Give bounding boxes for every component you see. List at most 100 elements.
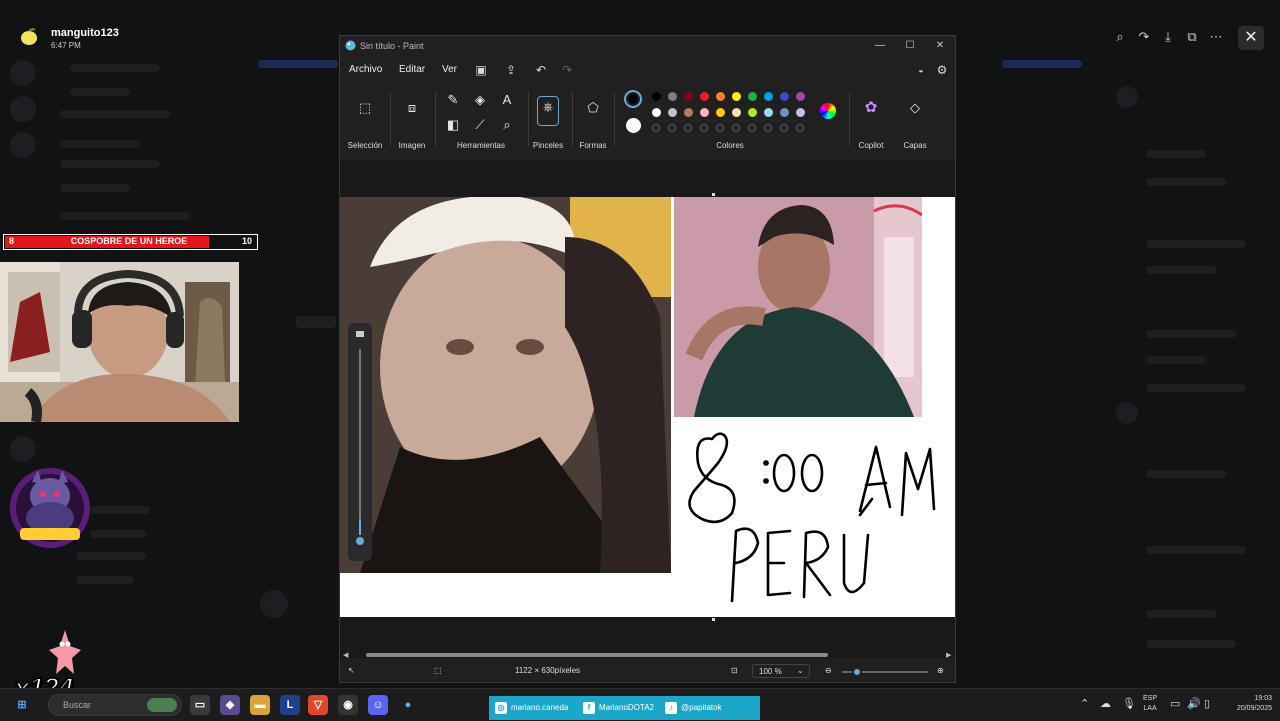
- maximize-button[interactable]: ☐: [895, 38, 925, 54]
- color-swatch[interactable]: [732, 92, 741, 101]
- zoom-dropdown[interactable]: 100 % ⌄: [752, 664, 810, 678]
- copilot-icon[interactable]: ✿: [861, 98, 881, 118]
- settings-gear-icon[interactable]: ⚙: [934, 62, 950, 78]
- color-picker-icon[interactable]: ⟋: [470, 115, 490, 135]
- language-indicator[interactable]: ESP LAA: [1143, 694, 1157, 714]
- empty-color-slot[interactable]: [716, 124, 724, 132]
- zoom-in-icon[interactable]: ⊕: [937, 666, 944, 675]
- selection-icon[interactable]: ⬚: [355, 98, 375, 118]
- color-swatch[interactable]: [684, 108, 693, 117]
- text-icon[interactable]: A: [497, 90, 517, 110]
- empty-color-slot[interactable]: [700, 124, 708, 132]
- empty-color-slot[interactable]: [780, 124, 788, 132]
- color-swatch[interactable]: [796, 108, 805, 117]
- zoom-out-icon[interactable]: ⊖: [825, 666, 832, 675]
- color-palette: [652, 92, 812, 134]
- l-app-icon[interactable]: L: [280, 695, 300, 715]
- menu-archivo[interactable]: Archivo: [349, 64, 382, 75]
- color-swatch[interactable]: [668, 108, 677, 117]
- empty-color-slot[interactable]: [796, 124, 804, 132]
- chevron-down-icon: ⌄: [797, 666, 804, 675]
- layers-icon[interactable]: ◇: [905, 98, 925, 118]
- pencil-icon[interactable]: ✎: [443, 90, 463, 110]
- color-swatch[interactable]: [780, 108, 789, 117]
- empty-color-slot[interactable]: [764, 124, 772, 132]
- onedrive-icon[interactable]: ☁: [1100, 697, 1111, 710]
- shapes-icon[interactable]: ⬠: [583, 98, 603, 118]
- slider-thumb[interactable]: [354, 535, 366, 547]
- group-herramientas: Herramientas: [456, 141, 505, 150]
- edit-colors-icon[interactable]: [820, 103, 836, 119]
- save-icon[interactable]: ▣: [473, 62, 489, 78]
- forward-icon[interactable]: ↷: [1132, 22, 1156, 52]
- empty-color-slot[interactable]: [748, 124, 756, 132]
- obs-icon[interactable]: ◉: [338, 695, 358, 715]
- color-swatch[interactable]: [684, 92, 693, 101]
- fill-bucket-icon[interactable]: ◈: [470, 90, 490, 110]
- more-icon[interactable]: ⋯: [1204, 22, 1228, 52]
- group-pinceles: Pinceles: [532, 141, 564, 150]
- app-icon-generic[interactable]: ◆: [220, 695, 240, 715]
- color-swatch[interactable]: [716, 108, 725, 117]
- fit-to-window-icon[interactable]: ⊡: [731, 666, 738, 675]
- menu-editar[interactable]: Editar: [399, 64, 425, 75]
- share-icon[interactable]: ⇪: [503, 62, 519, 78]
- color-swatch[interactable]: [652, 108, 661, 117]
- download-icon[interactable]: ⤓: [1156, 22, 1180, 52]
- primary-color-selector[interactable]: [624, 90, 642, 108]
- drawing-canvas[interactable]: [340, 197, 955, 617]
- color-swatch[interactable]: [780, 92, 789, 101]
- menu-ver[interactable]: Ver: [442, 64, 457, 75]
- close-viewer-button[interactable]: ✕: [1238, 26, 1264, 50]
- zoom-slider-thumb[interactable]: [852, 667, 862, 677]
- color-swatch[interactable]: [796, 92, 805, 101]
- color-swatch[interactable]: [700, 92, 709, 101]
- empty-color-slot[interactable]: [652, 124, 660, 132]
- color-swatch[interactable]: [748, 108, 757, 117]
- group-imagen: Imagen: [398, 141, 426, 150]
- discord-icon[interactable]: ☺: [368, 695, 388, 715]
- volume-icon[interactable]: 🔊: [1187, 697, 1201, 710]
- zoom-icon[interactable]: ⌕: [1108, 22, 1132, 52]
- account-icon[interactable]: ◒: [913, 62, 929, 78]
- color-swatch[interactable]: [668, 92, 677, 101]
- open-external-icon[interactable]: ⧉: [1180, 22, 1204, 52]
- system-clock[interactable]: 19:03 20/09/2025: [1218, 694, 1272, 714]
- battery-icon[interactable]: ▯: [1204, 697, 1210, 710]
- search-highlight-icon: [147, 698, 177, 712]
- color-swatch[interactable]: [652, 92, 661, 101]
- color-swatch[interactable]: [732, 108, 741, 117]
- color-swatch[interactable]: [764, 108, 773, 117]
- scroll-left-icon[interactable]: ◀: [343, 651, 348, 659]
- color-swatch[interactable]: [700, 108, 709, 117]
- color-swatch[interactable]: [748, 92, 757, 101]
- redo-icon[interactable]: ↷: [559, 62, 575, 78]
- color-swatch[interactable]: [716, 92, 725, 101]
- file-explorer-icon[interactable]: ▬: [250, 695, 270, 715]
- horizontal-scrollbar[interactable]: ◀ ▶: [340, 648, 955, 662]
- image-crop-icon[interactable]: ⧈: [402, 98, 422, 118]
- microphone-icon[interactable]: 🎙: [1122, 697, 1136, 710]
- start-windows-icon[interactable]: ⊞: [12, 695, 32, 715]
- brave-browser-icon[interactable]: ▽: [308, 695, 328, 715]
- empty-color-slot[interactable]: [684, 124, 692, 132]
- brushes-icon[interactable]: ⎈: [537, 96, 559, 126]
- scroll-right-icon[interactable]: ▶: [946, 651, 951, 659]
- undo-icon[interactable]: ↶: [533, 62, 549, 78]
- empty-color-slot[interactable]: [668, 124, 676, 132]
- tray-overflow-icon[interactable]: ⌃: [1080, 697, 1089, 710]
- close-button[interactable]: ✕: [925, 38, 955, 54]
- network-icon[interactable]: ▭: [1170, 697, 1180, 710]
- empty-color-slot[interactable]: [732, 124, 740, 132]
- scroll-thumb[interactable]: [366, 653, 828, 657]
- color-swatch[interactable]: [764, 92, 773, 101]
- mango-avatar-icon: [21, 28, 37, 45]
- minimize-button[interactable]: —: [865, 38, 895, 54]
- paint-taskbar-icon[interactable]: ●: [398, 695, 418, 715]
- taskbar-search[interactable]: Buscar: [48, 694, 182, 716]
- magnifier-icon[interactable]: ⌕: [497, 115, 517, 135]
- brush-size-slider[interactable]: [348, 323, 372, 561]
- task-view-icon[interactable]: ▭: [190, 695, 210, 715]
- eraser-icon[interactable]: ◧: [443, 115, 463, 135]
- secondary-color-selector[interactable]: [626, 118, 641, 133]
